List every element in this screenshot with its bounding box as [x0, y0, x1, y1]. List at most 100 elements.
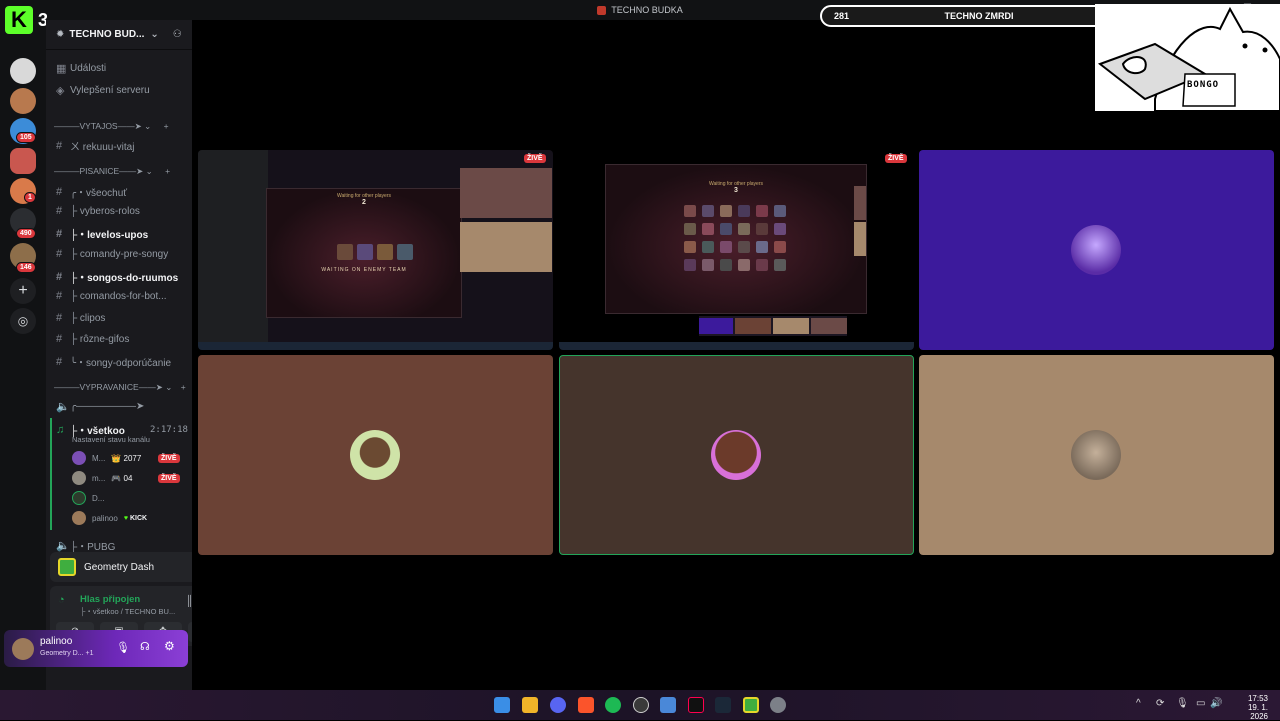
live-badge: ŽIVĚ [885, 154, 907, 163]
app-icon-7[interactable] [660, 697, 676, 713]
hash-icon: # [56, 270, 63, 283]
voice-active-bar [50, 418, 52, 530]
bongo-cat-overlay: BONGO [1095, 4, 1280, 112]
tray-chevron-icon[interactable]: ^ [1136, 698, 1141, 709]
file-explorer-icon[interactable] [522, 697, 538, 713]
settings-gear-icon[interactable]: ⚙ [164, 639, 175, 653]
clock-date: 19. 1. 2026 [1247, 703, 1268, 721]
channel-2[interactable]: # ├ vyberos-rolos [56, 205, 140, 217]
server-badge: 490 [16, 228, 36, 239]
tray-mic-icon[interactable]: 🎙 [1176, 698, 1189, 709]
voice-location[interactable]: ├・všetkoo / TECHNO BU... [80, 606, 175, 617]
channel-sidebar: ✹ TECHNO BUD... ⌄ ⚇ ▦ Události ◈ Vylepšení… [46, 20, 234, 690]
channel-4[interactable]: # ├ comandy-pre-songy [56, 248, 168, 260]
stream-tile-1[interactable]: Waiting for other players 2 WAITING ON E… [198, 150, 553, 350]
channel-status[interactable]: Nastavení stavu kanálu [72, 435, 150, 444]
microphone-icon[interactable]: 🎙 [116, 641, 130, 654]
events-item[interactable]: ▦ Události [56, 62, 106, 75]
participant-tile-1[interactable] [198, 355, 553, 555]
user-name[interactable]: palinoo [40, 636, 72, 647]
speaker-icon: 🔈 [56, 401, 70, 413]
server-icon-techno-budka[interactable] [10, 148, 36, 174]
category-pisanice[interactable]: ———PISANICE——➤ ⌄ + [54, 166, 170, 177]
hash-icon: # [56, 227, 63, 240]
tray-display-icon[interactable]: ▭ [1196, 698, 1205, 709]
hash-icon: # [56, 185, 63, 198]
geometry-dash-taskbar-icon[interactable] [743, 697, 759, 713]
stream-tile-2[interactable]: Waiting for other players 3 ŽIVĚ [559, 150, 914, 350]
start-icon[interactable] [494, 697, 510, 713]
voice-channel-pubg[interactable]: 🔈 ├・PUBG [56, 538, 115, 553]
obs-icon[interactable] [633, 697, 649, 713]
voice-user-2[interactable]: m... 🎮 04 ŽIVĚ [72, 471, 180, 485]
taskbar-clock[interactable]: 17:53 19. 1. 2026 [1228, 694, 1268, 721]
clock-time: 17:53 [1247, 694, 1268, 703]
overlay-title: TECHNO ZMRDI [944, 11, 1014, 21]
signal-icon: ◔ [58, 594, 65, 606]
add-server-icon[interactable]: + [10, 278, 36, 304]
boost-icon: ◈ [56, 85, 65, 97]
channel-rekuuu-vitaj[interactable]: # ㄨ rekuuu-vitaj [56, 138, 134, 154]
channel-1[interactable]: # ╭・všeochuť [56, 184, 127, 200]
live-badge: ŽIVĚ [524, 154, 546, 163]
invite-icon[interactable]: ⚇ [173, 29, 182, 40]
hash-icon: # [56, 312, 63, 324]
participant-tile-3[interactable] [919, 355, 1274, 555]
headphones-icon[interactable]: ☊ [140, 640, 150, 653]
channel-6[interactable]: # ├ comandos-for-bot... [56, 290, 167, 302]
score-overlay: 281 TECHNO ZMRDI 300 [820, 5, 1138, 27]
channel-8[interactable]: # ├ rôzne-gifos [56, 333, 129, 345]
hash-icon: # [56, 355, 63, 368]
speaker-icon: 🔈 [56, 540, 70, 552]
avatar [72, 491, 86, 505]
voice-status[interactable]: Hlas připojen [80, 594, 140, 605]
server-icon-1[interactable] [10, 58, 36, 84]
voice-channel-arrow[interactable]: 🔈 ╭——————➤ [56, 400, 144, 413]
shared-taskbar [198, 342, 553, 350]
hash-icon: # [56, 205, 63, 217]
kick-logo[interactable]: K [5, 6, 33, 34]
spotify-icon[interactable] [605, 697, 621, 713]
participant-tile-purple[interactable] [919, 150, 1274, 350]
channel-9[interactable]: # ╰・songy-odporúčanie [56, 354, 171, 370]
lol-lobby-window-1: Waiting for other players 2 WAITING ON E… [266, 188, 462, 318]
boost-item[interactable]: ◈ Vylepšení serveru [56, 84, 150, 97]
server-header[interactable]: ✹ TECHNO BUD... ⌄ ⚇ [46, 20, 192, 50]
tiktok-icon[interactable] [688, 697, 704, 713]
kick-heart-icon: ♥ [123, 514, 128, 522]
category-vypravanice[interactable]: ———VYPRAVANICE——➤ ⌄ + [54, 382, 186, 393]
voice-icon: ♫ [56, 423, 65, 436]
avatar [72, 451, 86, 465]
hash-icon: # [56, 139, 63, 152]
channel-5[interactable]: # ├・songos-do-ruumos [56, 269, 178, 285]
discover-icon[interactable]: ◎ [10, 308, 36, 334]
hash-icon: # [56, 333, 63, 345]
voice-user-4[interactable]: palinoo ♥ KICK [72, 511, 147, 525]
category-vytajos[interactable]: ———VYTAJOS——➤ ⌄ + [54, 121, 169, 132]
left-score: 281 [834, 11, 850, 21]
discord-icon[interactable] [550, 697, 566, 713]
channel-3[interactable]: # ├・levelos-upos [56, 226, 148, 242]
server-icon-2[interactable] [10, 88, 36, 114]
live-badge: ŽIVĚ [158, 473, 180, 483]
tray-sync-icon[interactable]: ⟳ [1156, 698, 1164, 709]
server-badge: 105 [16, 132, 36, 143]
brave-icon[interactable] [578, 697, 594, 713]
participant-tile-speaking[interactable] [559, 355, 914, 555]
geometry-dash-icon [58, 558, 76, 576]
avatar [72, 471, 86, 485]
shared-discord-sidebar [198, 150, 268, 342]
shared-participants-strip [699, 316, 847, 336]
participant-avatar [1071, 430, 1121, 480]
avatar [72, 511, 86, 525]
activity-game: Geometry Dash [84, 562, 155, 573]
hash-icon: # [56, 248, 63, 260]
voice-user-3[interactable]: D... [72, 491, 104, 505]
voice-user-1[interactable]: M... 👑 2077 ŽIVĚ [72, 451, 180, 465]
user-avatar[interactable] [12, 638, 34, 660]
settings-taskbar-icon[interactable] [770, 697, 786, 713]
steam-icon[interactable] [715, 697, 731, 713]
channel-7[interactable]: # ├ clipos [56, 312, 105, 324]
tray-volume-icon[interactable]: 🔊 [1210, 698, 1222, 709]
live-badge: ŽIVĚ [158, 453, 180, 463]
